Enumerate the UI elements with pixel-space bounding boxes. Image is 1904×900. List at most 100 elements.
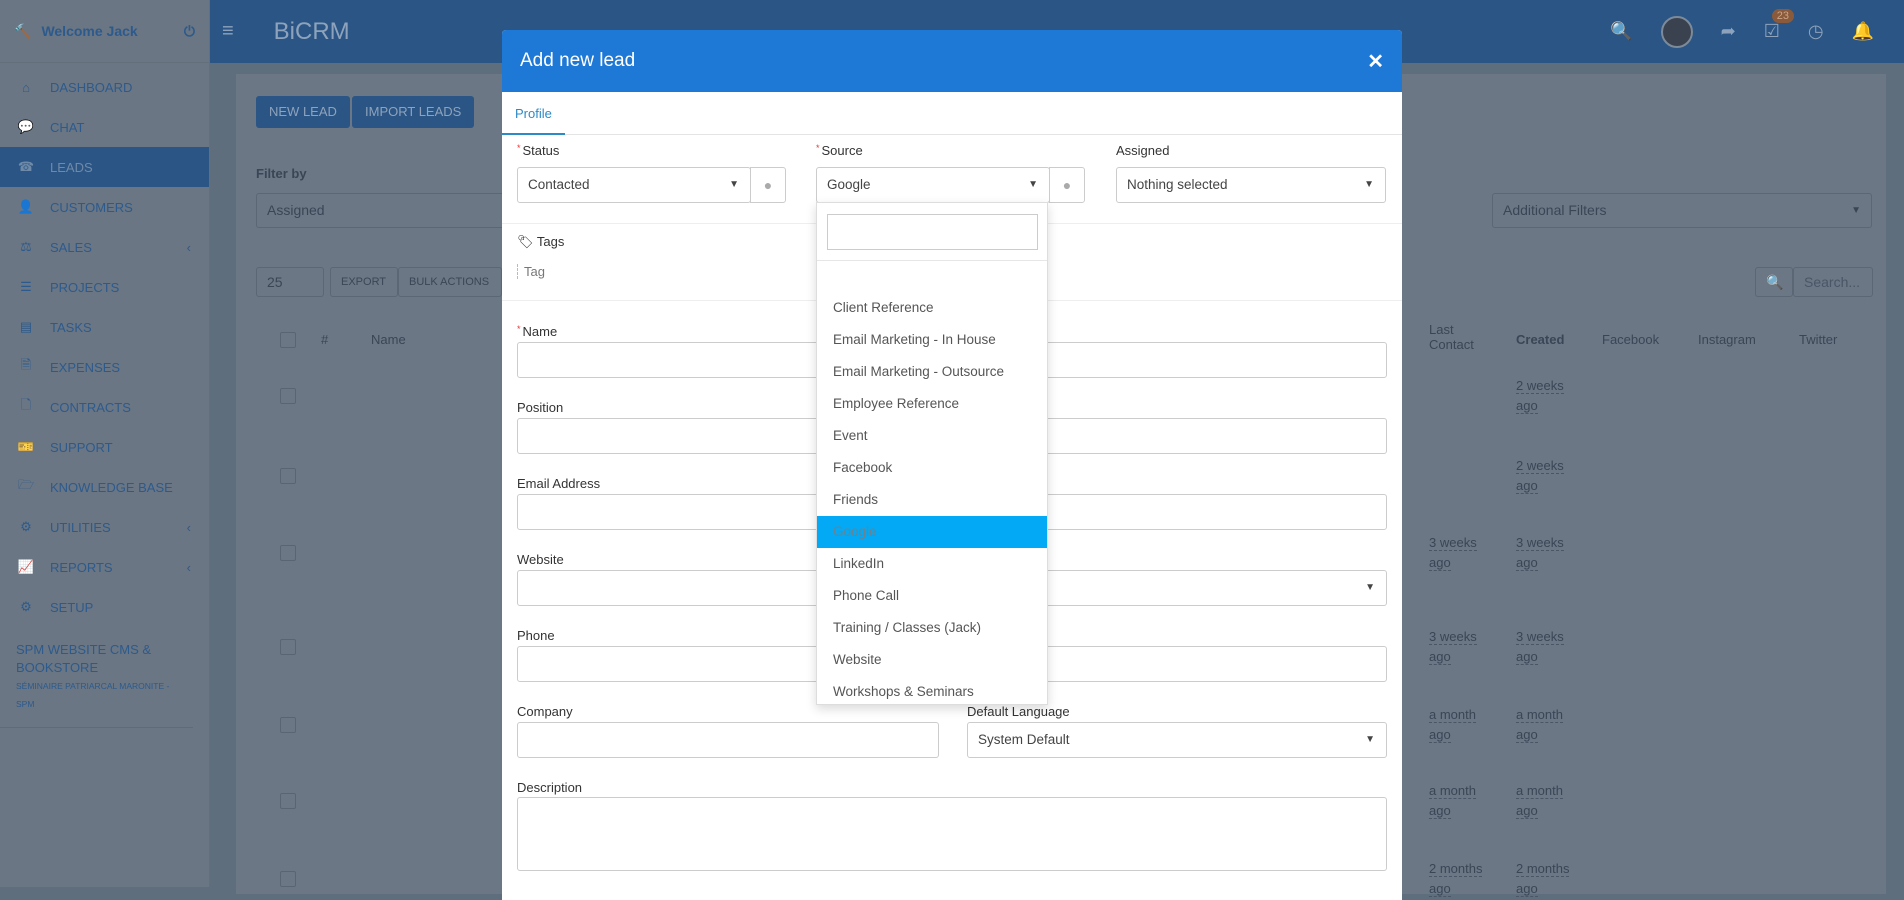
created-cell: a month ago	[1516, 707, 1563, 743]
tags-label: 🏷 Tags	[517, 234, 565, 249]
source-option[interactable]: Client Reference	[817, 292, 1047, 324]
column-created[interactable]: Created	[1516, 332, 1564, 347]
sidebar-item-label: SALES	[50, 239, 92, 255]
sidebar-item-setup[interactable]: ⚙ SETUP	[0, 587, 209, 627]
column-last-contact[interactable]: Last Contact	[1429, 322, 1489, 352]
row-checkbox[interactable]	[280, 639, 296, 655]
sidebar-item-leads[interactable]: ☎ LEADS	[0, 147, 209, 187]
source-option[interactable]: Training / Classes (Jack)	[817, 612, 1047, 644]
column-twitter[interactable]: Twitter	[1799, 332, 1837, 347]
sidebar-item-support[interactable]: 🎫 SUPPORT	[0, 427, 209, 467]
import-leads-button[interactable]: IMPORT LEADS	[352, 96, 475, 128]
sidebar-item-sales[interactable]: ⚖ SALES ‹	[0, 227, 209, 267]
column-instagram[interactable]: Instagram	[1698, 332, 1756, 347]
row-checkbox[interactable]	[280, 468, 296, 484]
tasks-icon: ▤	[19, 319, 33, 334]
source-option[interactable]: Phone Call	[817, 580, 1047, 612]
source-option[interactable]: Event	[817, 420, 1047, 452]
source-option[interactable]: Email Marketing - Outsource	[817, 356, 1047, 388]
clock-icon[interactable]: ◷	[1808, 21, 1824, 42]
default-language-select[interactable]: System Default ▼	[967, 722, 1387, 758]
sidebar: 🔨 Welcome Jack ⏻ ⌂ DASHBOARD 💬 CHAT ☎ LEADS 👤 C…	[0, 0, 210, 887]
balance-icon: ⚖	[20, 239, 32, 254]
sidebar-item-tasks[interactable]: ▤ TASKS	[0, 307, 209, 347]
email-label: Email Address	[517, 476, 601, 491]
tags-input[interactable]: Tag	[517, 264, 545, 279]
bell-icon[interactable]: 🔔	[1852, 21, 1874, 42]
source-option[interactable]: LinkedIn	[817, 548, 1047, 580]
caret-down-icon: ▼	[1365, 734, 1375, 745]
tasks-check-icon[interactable]: ☑ 23	[1764, 9, 1794, 42]
chevron-left-icon: ‹	[186, 519, 191, 535]
status-select[interactable]: Contacted ▼	[517, 167, 751, 203]
sidebar-item-expenses[interactable]: 🗎 EXPENSES	[0, 347, 209, 387]
source-search-input[interactable]	[827, 214, 1038, 250]
bulk-actions-button[interactable]: BULK ACTIONS	[398, 267, 502, 297]
brand-title: BiCRM	[273, 17, 350, 45]
sidebar-item-label: CONTRACTS	[50, 399, 131, 415]
row-checkbox[interactable]	[280, 545, 296, 561]
chat-icon: 💬	[17, 119, 35, 134]
sidebar-item-chat[interactable]: 💬 CHAT	[0, 107, 209, 147]
sidebar-item-label: PROJECTS	[50, 279, 120, 295]
last-contact-cell: a month ago	[1429, 707, 1476, 743]
sidebar-item-knowledge-base[interactable]: 🗁 KNOWLEDGE BASE	[0, 467, 209, 507]
row-checkbox[interactable]	[280, 871, 296, 887]
search-icon[interactable]: 🔍	[1610, 21, 1632, 42]
sidebar-item-contracts[interactable]: 🗋 CONTRACTS	[0, 387, 209, 427]
home-icon: ⌂	[22, 79, 30, 95]
tab-profile[interactable]: Profile	[502, 92, 565, 135]
sidebar-item-reports[interactable]: 📈 REPORTS ‹	[0, 547, 209, 587]
close-icon[interactable]: ✕	[1367, 49, 1384, 74]
avatar[interactable]	[1660, 15, 1693, 48]
new-lead-button[interactable]: NEW LEAD	[256, 96, 350, 128]
source-option[interactable]: Friends	[817, 484, 1047, 516]
export-button[interactable]: EXPORT	[330, 267, 398, 297]
add-status-button[interactable]: ●	[750, 167, 786, 203]
user-icon: 👤	[17, 199, 35, 214]
hamburger-icon[interactable]: ≡	[222, 20, 234, 43]
page-size-select[interactable]: 25	[256, 267, 324, 297]
assigned-label: Assigned	[1116, 143, 1170, 158]
modal-header: Add new lead ✕	[502, 30, 1402, 92]
select-all-checkbox[interactable]	[280, 332, 296, 348]
created-cell: 2 weeks ago	[1516, 458, 1564, 494]
source-option[interactable]: Workshops & Seminars	[817, 676, 1047, 708]
sidebar-item-customers[interactable]: 👤 CUSTOMERS	[0, 187, 209, 227]
folder-icon: 🗁	[17, 477, 35, 492]
share-icon[interactable]: ➦	[1721, 21, 1736, 42]
last-contact-cell: a month ago	[1429, 783, 1476, 819]
row-checkbox[interactable]	[280, 793, 296, 809]
company-input[interactable]	[517, 722, 939, 758]
source-dropdown: Client Reference Email Marketing - In Hou…	[816, 202, 1048, 705]
source-option[interactable]: Website	[817, 644, 1047, 676]
assigned-filter-value: Assigned	[267, 202, 325, 218]
search-icon[interactable]: 🔍	[1755, 267, 1793, 297]
source-select[interactable]: Google ▼	[816, 167, 1050, 203]
row-checkbox[interactable]	[280, 717, 296, 733]
additional-filters-select[interactable]: Additional Filters ▼	[1492, 193, 1872, 228]
description-label: Description	[517, 780, 583, 795]
table-search-input[interactable]: Search...	[1793, 267, 1873, 297]
chevron-left-icon: ‹	[186, 559, 191, 575]
power-icon[interactable]: ⏻	[184, 23, 195, 40]
sidebar-item-label: UTILITIES	[50, 519, 111, 535]
sidebar-item-projects[interactable]: ☰ PROJECTS	[0, 267, 209, 307]
sidebar-item-label: EXPENSES	[50, 359, 121, 375]
column-facebook[interactable]: Facebook	[1602, 332, 1659, 347]
source-option[interactable]: Facebook	[817, 452, 1047, 484]
sidebar-item-dashboard[interactable]: ⌂ DASHBOARD	[0, 67, 209, 107]
assigned-select[interactable]: Nothing selected ▼	[1116, 167, 1386, 203]
tag-icon: 🏷	[517, 234, 534, 249]
row-checkbox[interactable]	[280, 388, 296, 404]
column-name[interactable]: Name	[371, 332, 406, 347]
leads-icon: ☎	[17, 159, 35, 174]
add-source-button[interactable]: ●	[1049, 167, 1085, 203]
page-size-value: 25	[267, 274, 283, 290]
source-option[interactable]: Google	[817, 516, 1047, 548]
project-info[interactable]: SPM WEBSITE CMS & BOOKSTORE SÉMINAIRE PA…	[0, 627, 193, 728]
source-option[interactable]: Employee Reference	[817, 388, 1047, 420]
source-option[interactable]: Email Marketing - In House	[817, 324, 1047, 356]
sidebar-item-utilities[interactable]: ⚙ UTILITIES ‹	[0, 507, 209, 547]
description-textarea[interactable]	[517, 797, 1387, 871]
